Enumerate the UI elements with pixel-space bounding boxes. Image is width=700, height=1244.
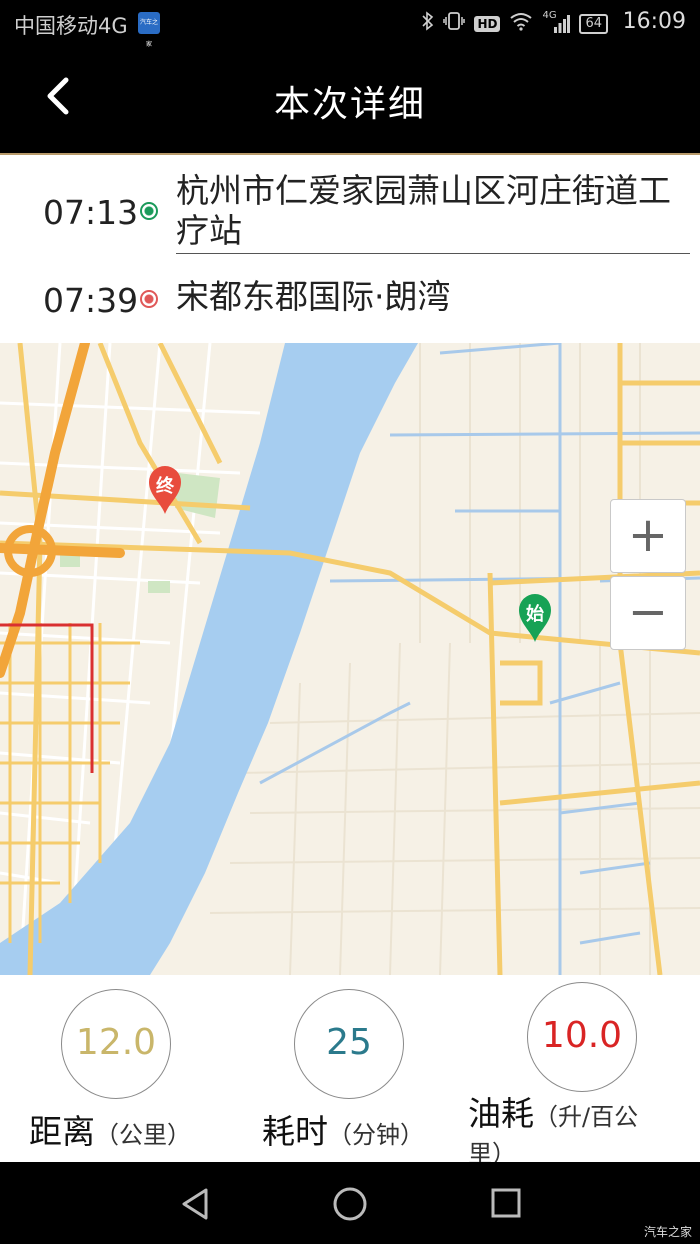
- vibrate-icon: [443, 11, 466, 36]
- start-pin-label: 始: [526, 604, 544, 625]
- distance-label-text: 距离: [29, 1112, 95, 1151]
- end-dot-icon: [140, 290, 158, 308]
- circle-home-icon: [333, 1187, 367, 1221]
- duration-label-text: 耗时: [262, 1112, 328, 1151]
- trip-stats: 12.0 距离（公里） 25 耗时（分钟） 10.0 油耗（升/百公里）: [0, 975, 700, 1168]
- duration-value: 25: [294, 989, 404, 1099]
- hd-voice-icon: HD: [474, 15, 501, 32]
- battery-icon: 64: [579, 13, 608, 34]
- stat-distance: 12.0 距离（公里）: [0, 975, 233, 1162]
- status-bar: 中国移动4G 汽车之家 HD 4G 64 16:09: [0, 0, 700, 48]
- bluetooth-icon: [422, 11, 434, 36]
- nav-home-button[interactable]: [330, 1186, 370, 1222]
- stat-fuel: 10.0 油耗（升/百公里）: [466, 975, 699, 1168]
- stat-duration: 25 耗时（分钟）: [233, 975, 466, 1162]
- route-end-row: 07:39 宋都东郡国际·朗湾: [0, 275, 700, 335]
- route-map[interactable]: 终 始 + −: [0, 343, 700, 975]
- start-time: 07:13: [43, 193, 139, 232]
- square-recents-icon: [491, 1188, 521, 1218]
- distance-unit: （公里）: [95, 1121, 191, 1149]
- nav-recents-button[interactable]: [486, 1186, 526, 1222]
- distance-value: 12.0: [61, 989, 171, 1099]
- end-pin-label: 终: [156, 476, 174, 497]
- zoom-out-button[interactable]: −: [610, 576, 686, 650]
- end-pin-icon[interactable]: 终: [147, 465, 183, 515]
- triangle-back-icon: [182, 1188, 208, 1220]
- duration-label: 耗时（分钟）: [262, 1105, 424, 1153]
- start-pin-icon[interactable]: 始: [517, 593, 553, 643]
- signal-icon: 4G: [542, 10, 571, 34]
- status-clock: 16:09: [622, 9, 686, 34]
- end-time: 07:39: [43, 281, 139, 320]
- start-place: 杭州市仁爱家园萧山区河庄街道工疗站: [176, 171, 690, 254]
- carrier-label: 中国移动4G: [14, 14, 128, 38]
- nav-back-button[interactable]: [176, 1186, 216, 1222]
- map-tiles: [0, 343, 700, 975]
- wifi-icon: [509, 11, 533, 36]
- start-dot-icon: [140, 202, 158, 220]
- status-icons: HD 4G 64: [422, 10, 608, 36]
- fuel-value: 10.0: [527, 982, 637, 1092]
- page-header: 本次详细: [0, 48, 700, 155]
- system-nav-bar: 汽车之家: [0, 1162, 700, 1244]
- fuel-label-text: 油耗: [468, 1094, 534, 1133]
- route-panel: 07:13 杭州市仁爱家园萧山区河庄街道工疗站 07:39 宋都东郡国际·朗湾: [0, 155, 700, 343]
- app-notification-icon: 汽车之家: [138, 12, 160, 48]
- watermark: 汽车之家: [643, 1225, 692, 1239]
- page-title: 本次详细: [273, 84, 426, 125]
- duration-unit: （分钟）: [328, 1121, 424, 1149]
- route-start-row: 07:13 杭州市仁爱家园萧山区河庄街道工疗站: [0, 163, 700, 254]
- distance-label: 距离（公里）: [29, 1105, 191, 1153]
- fuel-label: 油耗（升/百公里）: [468, 1097, 668, 1171]
- end-place: 宋都东郡国际·朗湾: [176, 277, 451, 316]
- zoom-in-button[interactable]: +: [610, 499, 686, 573]
